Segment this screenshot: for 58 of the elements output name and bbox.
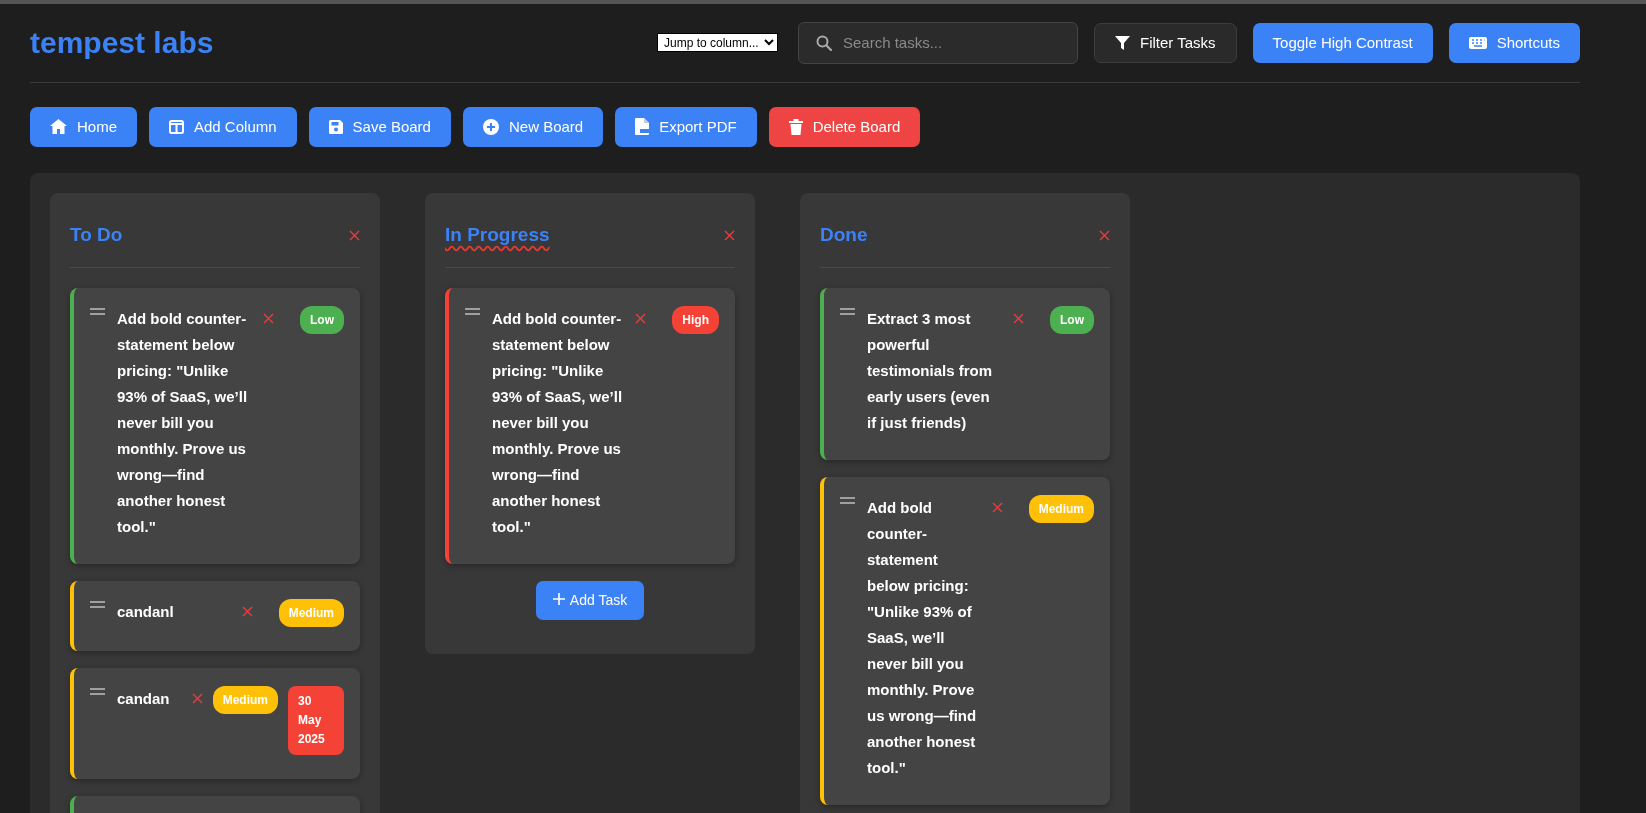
column-title[interactable]: Done	[820, 220, 868, 250]
delete-button[interactable]: Delete Board	[768, 106, 921, 147]
drag-handle-icon[interactable]	[465, 308, 480, 317]
delete-column-button[interactable]	[1099, 229, 1110, 241]
task-card[interactable]: candan Medium 30 May 2025	[70, 668, 360, 780]
drag-handle-icon[interactable]	[840, 497, 855, 506]
delete-task-button[interactable]	[191, 693, 203, 705]
task-title: Add bold counter-statement below pricing: "Unlike 93% of SaaS, we’ll never bill you monthly. Prove us wrong—find another honest tool."	[117, 309, 249, 538]
priority-badge: Medium	[212, 686, 278, 715]
new-button[interactable]: New Board	[462, 106, 604, 147]
pdf-button[interactable]: Export PDF	[615, 106, 757, 147]
delete-task-button[interactable]	[991, 502, 1003, 514]
task-card[interactable]: Add bold counter-statement below pricing: "Unlike 93% of SaaS, we’ll never bill you monthly. Prove us wrong—find another honest tool." Medium	[820, 477, 1110, 806]
plus-circle-icon	[482, 118, 499, 135]
contrast-button[interactable]: Toggle High Contrast	[1252, 22, 1433, 63]
task-title: Add bold counter-statement below pricing: "Unlike 93% of SaaS, we’ll never bill you monthly. Prove us wrong—find another honest tool."	[867, 498, 978, 779]
delete-task-button[interactable]	[1013, 313, 1024, 325]
keyboard-icon	[1468, 36, 1487, 49]
filter-button[interactable]: Filter Tasks	[1093, 22, 1237, 63]
task-card[interactable]: Add bold counter-statement below pricing: "Unlike 93% of SaaS, we’ll never bill you monthly. Prove us wrong—find another honest tool." High	[445, 288, 735, 565]
plus-icon	[552, 593, 565, 606]
drag-handle-icon[interactable]	[840, 308, 855, 317]
save-button[interactable]: Save Board	[308, 106, 451, 147]
task-title: candan	[117, 689, 171, 710]
drag-handle-icon[interactable]	[90, 601, 105, 610]
delete-column-button[interactable]	[349, 229, 360, 241]
delete-task-button[interactable]	[241, 606, 253, 618]
trash-icon	[788, 118, 803, 135]
priority-badge: High	[672, 306, 719, 335]
column-title[interactable]: In Progress	[445, 220, 550, 250]
add-task-button[interactable]: Add Task	[535, 581, 645, 621]
pdf-file-icon	[635, 118, 650, 136]
home-button[interactable]: Home	[30, 106, 137, 147]
priority-badge: Low	[1050, 306, 1094, 335]
task-title: candanl	[117, 602, 175, 623]
search-field[interactable]: Search tasks...	[797, 21, 1078, 64]
drag-handle-icon[interactable]	[90, 688, 105, 697]
shortcuts-button[interactable]: Shortcuts	[1448, 22, 1580, 63]
priority-badge: Low	[300, 306, 344, 335]
jump-to-column-select[interactable]: Jump to column...	[656, 33, 778, 53]
delete-column-button[interactable]	[724, 229, 735, 241]
drag-handle-icon[interactable]	[90, 308, 105, 317]
column-button[interactable]: Add Column	[149, 106, 297, 147]
task-card[interactable]: Extract 3 most powerful testimonials from early users (even if just friends) Low	[820, 288, 1110, 461]
delete-task-button[interactable]	[635, 313, 647, 325]
home-icon	[50, 119, 67, 135]
column-title[interactable]: To Do	[70, 220, 123, 250]
filter-icon	[1114, 35, 1130, 50]
columns-icon	[169, 119, 184, 134]
task-card[interactable]: Add bold counter-statement below pricing: "Unlike 93% of SaaS, we’ll never bill you monthly. Prove us wrong—find another honest tool." Low	[70, 288, 360, 565]
priority-badge: Medium	[278, 599, 344, 628]
due-date-badge: 30 May 2025	[288, 686, 344, 756]
task-title: Add bold counter-statement below pricing: "Unlike 93% of SaaS, we’ll never bill you monthly. Prove us wrong—find another honest tool."	[492, 309, 624, 538]
priority-badge: Medium	[1028, 495, 1094, 524]
task-title: Extract 3 most powerful testimonials from early users (even if just friends)	[867, 309, 994, 434]
task-card[interactable]: candanl Medium	[70, 581, 360, 652]
delete-task-button[interactable]	[263, 313, 274, 325]
brand-logo-text: tempest labs	[30, 25, 214, 62]
